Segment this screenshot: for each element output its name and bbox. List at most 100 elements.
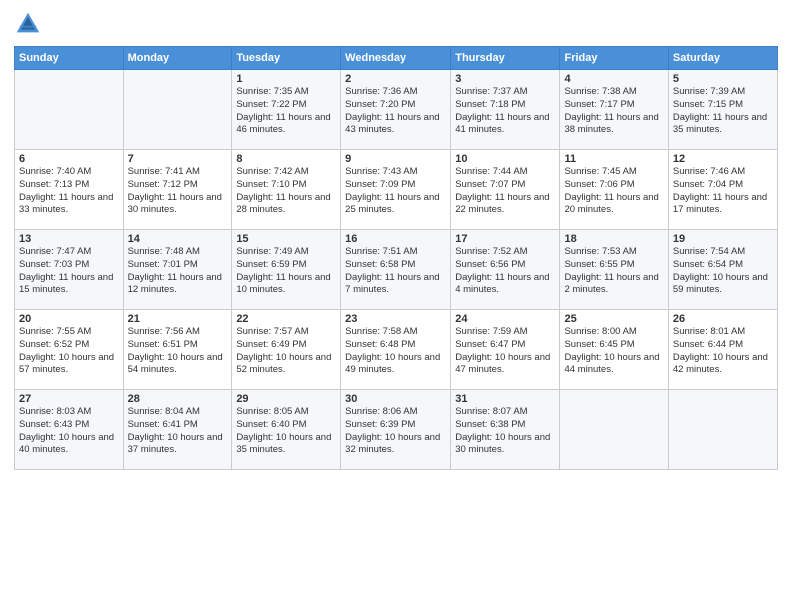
calendar-cell: 27Sunrise: 8:03 AMSunset: 6:43 PMDayligh…: [15, 390, 124, 470]
calendar-cell: 25Sunrise: 8:00 AMSunset: 6:45 PMDayligh…: [560, 310, 668, 390]
day-number: 20: [19, 313, 119, 325]
calendar-week-1: 1Sunrise: 7:35 AMSunset: 7:22 PMDaylight…: [15, 70, 778, 150]
calendar-cell: 13Sunrise: 7:47 AMSunset: 7:03 PMDayligh…: [15, 230, 124, 310]
calendar-cell: 22Sunrise: 7:57 AMSunset: 6:49 PMDayligh…: [232, 310, 341, 390]
day-info: Sunrise: 7:35 AMSunset: 7:22 PMDaylight:…: [236, 86, 336, 137]
calendar-cell: 29Sunrise: 8:05 AMSunset: 6:40 PMDayligh…: [232, 390, 341, 470]
day-number: 23: [345, 313, 446, 325]
day-info: Sunrise: 7:41 AMSunset: 7:12 PMDaylight:…: [128, 166, 228, 217]
calendar-cell: 2Sunrise: 7:36 AMSunset: 7:20 PMDaylight…: [341, 70, 451, 150]
calendar-cell: 6Sunrise: 7:40 AMSunset: 7:13 PMDaylight…: [15, 150, 124, 230]
day-info: Sunrise: 8:07 AMSunset: 6:38 PMDaylight:…: [455, 406, 555, 457]
day-number: 7: [128, 153, 228, 165]
day-info: Sunrise: 7:42 AMSunset: 7:10 PMDaylight:…: [236, 166, 336, 217]
header: [14, 10, 778, 38]
day-number: 13: [19, 233, 119, 245]
day-number: 11: [564, 153, 663, 165]
day-info: Sunrise: 7:53 AMSunset: 6:55 PMDaylight:…: [564, 246, 663, 297]
day-number: 31: [455, 393, 555, 405]
calendar-cell: 4Sunrise: 7:38 AMSunset: 7:17 PMDaylight…: [560, 70, 668, 150]
day-info: Sunrise: 8:01 AMSunset: 6:44 PMDaylight:…: [673, 326, 773, 377]
calendar-cell: [123, 70, 232, 150]
day-info: Sunrise: 8:00 AMSunset: 6:45 PMDaylight:…: [564, 326, 663, 377]
calendar-cell: [15, 70, 124, 150]
day-number: 14: [128, 233, 228, 245]
logo: [14, 10, 44, 38]
weekday-header-sunday: Sunday: [15, 47, 124, 70]
day-number: 15: [236, 233, 336, 245]
weekday-row: SundayMondayTuesdayWednesdayThursdayFrid…: [15, 47, 778, 70]
calendar-cell: 7Sunrise: 7:41 AMSunset: 7:12 PMDaylight…: [123, 150, 232, 230]
day-info: Sunrise: 7:58 AMSunset: 6:48 PMDaylight:…: [345, 326, 446, 377]
day-number: 22: [236, 313, 336, 325]
calendar-cell: 28Sunrise: 8:04 AMSunset: 6:41 PMDayligh…: [123, 390, 232, 470]
calendar-cell: 3Sunrise: 7:37 AMSunset: 7:18 PMDaylight…: [451, 70, 560, 150]
weekday-header-wednesday: Wednesday: [341, 47, 451, 70]
day-info: Sunrise: 7:39 AMSunset: 7:15 PMDaylight:…: [673, 86, 773, 137]
calendar-cell: 12Sunrise: 7:46 AMSunset: 7:04 PMDayligh…: [668, 150, 777, 230]
day-number: 8: [236, 153, 336, 165]
weekday-header-friday: Friday: [560, 47, 668, 70]
day-info: Sunrise: 7:56 AMSunset: 6:51 PMDaylight:…: [128, 326, 228, 377]
calendar-week-5: 27Sunrise: 8:03 AMSunset: 6:43 PMDayligh…: [15, 390, 778, 470]
calendar-cell: 20Sunrise: 7:55 AMSunset: 6:52 PMDayligh…: [15, 310, 124, 390]
day-number: 19: [673, 233, 773, 245]
day-info: Sunrise: 7:43 AMSunset: 7:09 PMDaylight:…: [345, 166, 446, 217]
day-info: Sunrise: 7:48 AMSunset: 7:01 PMDaylight:…: [128, 246, 228, 297]
calendar-body: 1Sunrise: 7:35 AMSunset: 7:22 PMDaylight…: [15, 70, 778, 470]
day-number: 24: [455, 313, 555, 325]
day-info: Sunrise: 7:45 AMSunset: 7:06 PMDaylight:…: [564, 166, 663, 217]
calendar-cell: 1Sunrise: 7:35 AMSunset: 7:22 PMDaylight…: [232, 70, 341, 150]
day-info: Sunrise: 7:55 AMSunset: 6:52 PMDaylight:…: [19, 326, 119, 377]
calendar-cell: 8Sunrise: 7:42 AMSunset: 7:10 PMDaylight…: [232, 150, 341, 230]
weekday-header-tuesday: Tuesday: [232, 47, 341, 70]
day-number: 2: [345, 73, 446, 85]
day-number: 25: [564, 313, 663, 325]
calendar-cell: [560, 390, 668, 470]
day-number: 18: [564, 233, 663, 245]
day-number: 28: [128, 393, 228, 405]
calendar-cell: 19Sunrise: 7:54 AMSunset: 6:54 PMDayligh…: [668, 230, 777, 310]
calendar-cell: 5Sunrise: 7:39 AMSunset: 7:15 PMDaylight…: [668, 70, 777, 150]
page: SundayMondayTuesdayWednesdayThursdayFrid…: [0, 0, 792, 612]
calendar-header: SundayMondayTuesdayWednesdayThursdayFrid…: [15, 47, 778, 70]
day-info: Sunrise: 7:36 AMSunset: 7:20 PMDaylight:…: [345, 86, 446, 137]
day-number: 1: [236, 73, 336, 85]
day-number: 21: [128, 313, 228, 325]
day-info: Sunrise: 7:51 AMSunset: 6:58 PMDaylight:…: [345, 246, 446, 297]
day-info: Sunrise: 7:40 AMSunset: 7:13 PMDaylight:…: [19, 166, 119, 217]
day-number: 9: [345, 153, 446, 165]
calendar-week-2: 6Sunrise: 7:40 AMSunset: 7:13 PMDaylight…: [15, 150, 778, 230]
calendar-cell: 30Sunrise: 8:06 AMSunset: 6:39 PMDayligh…: [341, 390, 451, 470]
calendar-cell: 26Sunrise: 8:01 AMSunset: 6:44 PMDayligh…: [668, 310, 777, 390]
day-number: 12: [673, 153, 773, 165]
calendar-week-4: 20Sunrise: 7:55 AMSunset: 6:52 PMDayligh…: [15, 310, 778, 390]
weekday-header-saturday: Saturday: [668, 47, 777, 70]
day-info: Sunrise: 8:03 AMSunset: 6:43 PMDaylight:…: [19, 406, 119, 457]
weekday-header-monday: Monday: [123, 47, 232, 70]
day-number: 17: [455, 233, 555, 245]
day-number: 16: [345, 233, 446, 245]
calendar-cell: 14Sunrise: 7:48 AMSunset: 7:01 PMDayligh…: [123, 230, 232, 310]
day-info: Sunrise: 7:44 AMSunset: 7:07 PMDaylight:…: [455, 166, 555, 217]
day-number: 26: [673, 313, 773, 325]
calendar-week-3: 13Sunrise: 7:47 AMSunset: 7:03 PMDayligh…: [15, 230, 778, 310]
day-info: Sunrise: 7:57 AMSunset: 6:49 PMDaylight:…: [236, 326, 336, 377]
calendar-cell: 17Sunrise: 7:52 AMSunset: 6:56 PMDayligh…: [451, 230, 560, 310]
calendar-table: SundayMondayTuesdayWednesdayThursdayFrid…: [14, 46, 778, 470]
calendar-cell: 11Sunrise: 7:45 AMSunset: 7:06 PMDayligh…: [560, 150, 668, 230]
day-number: 6: [19, 153, 119, 165]
calendar-cell: 9Sunrise: 7:43 AMSunset: 7:09 PMDaylight…: [341, 150, 451, 230]
day-info: Sunrise: 7:38 AMSunset: 7:17 PMDaylight:…: [564, 86, 663, 137]
calendar-cell: 16Sunrise: 7:51 AMSunset: 6:58 PMDayligh…: [341, 230, 451, 310]
day-number: 4: [564, 73, 663, 85]
calendar-cell: 10Sunrise: 7:44 AMSunset: 7:07 PMDayligh…: [451, 150, 560, 230]
day-number: 27: [19, 393, 119, 405]
day-info: Sunrise: 7:47 AMSunset: 7:03 PMDaylight:…: [19, 246, 119, 297]
day-info: Sunrise: 7:59 AMSunset: 6:47 PMDaylight:…: [455, 326, 555, 377]
calendar-cell: [668, 390, 777, 470]
day-info: Sunrise: 8:06 AMSunset: 6:39 PMDaylight:…: [345, 406, 446, 457]
calendar-cell: 31Sunrise: 8:07 AMSunset: 6:38 PMDayligh…: [451, 390, 560, 470]
day-info: Sunrise: 8:04 AMSunset: 6:41 PMDaylight:…: [128, 406, 228, 457]
calendar-cell: 15Sunrise: 7:49 AMSunset: 6:59 PMDayligh…: [232, 230, 341, 310]
